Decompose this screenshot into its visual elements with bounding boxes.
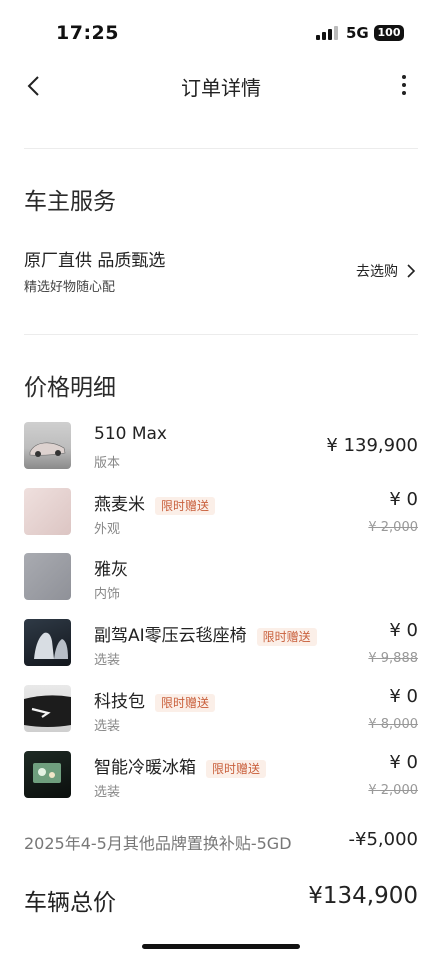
limited-gift-badge: 限时赠送 — [206, 759, 267, 778]
list-item-category: 选装 — [94, 785, 121, 800]
car-thumbnail — [24, 422, 71, 469]
status-time: 17:25 — [56, 22, 119, 44]
interior-color-swatch — [24, 553, 71, 600]
service-title: 原厂直供 品质甄选 — [24, 251, 166, 271]
seat-thumbnail — [24, 619, 71, 666]
fridge-thumbnail — [24, 751, 71, 798]
go-shop-link[interactable]: 去选购 — [356, 261, 398, 281]
limited-gift-badge: 限时赠送 — [256, 627, 317, 646]
list-item-price: ¥ 0 — [389, 752, 418, 773]
divider — [24, 334, 418, 335]
list-item-price: ¥ 0 — [389, 489, 418, 510]
list-item-name: 510 Max — [94, 424, 167, 444]
list-item-category: 内饰 — [94, 587, 121, 602]
limited-gift-badge: 限时赠送 — [155, 496, 216, 515]
original-price: ¥ 2,000 — [368, 520, 418, 535]
list-item-name: 科技包 限时赠送 — [94, 687, 216, 712]
cellular-signal-icon — [316, 26, 340, 40]
subsidy-value: -¥5,000 — [348, 829, 418, 850]
list-item-name: 燕麦米 限时赠送 — [94, 490, 216, 515]
tech-pack-thumbnail — [24, 685, 71, 732]
exterior-color-swatch — [24, 488, 71, 535]
list-item-price: ¥ 0 — [389, 620, 418, 641]
list-item-name: 副驾AI零压云毯座椅 限时赠送 — [94, 621, 317, 646]
page-title: 订单详情 — [181, 76, 261, 100]
list-item-name: 智能冷暖冰箱 限时赠送 — [94, 753, 267, 778]
original-price: ¥ 8,000 — [368, 717, 418, 732]
list-item-category: 选装 — [94, 653, 121, 668]
original-price: ¥ 2,000 — [368, 783, 418, 798]
network-type: 5G — [346, 24, 369, 42]
chevron-right-icon[interactable] — [406, 263, 416, 279]
list-item-price: ¥ 139,900 — [326, 435, 418, 456]
divider — [24, 148, 418, 149]
limited-gift-badge: 限时赠送 — [155, 693, 216, 712]
list-item-price: ¥ 0 — [389, 686, 418, 707]
list-item-category: 版本 — [94, 456, 121, 471]
list-item-category: 外观 — [94, 522, 121, 537]
subsidy-label: 2025年4-5月其他品牌置换补贴-5GD — [24, 834, 292, 853]
price-detail-heading: 价格明细 — [24, 375, 116, 401]
original-price: ¥ 9,888 — [368, 651, 418, 666]
total-price-label: 车辆总价 — [24, 890, 116, 916]
list-item-name: 雅灰 — [94, 560, 128, 580]
battery-icon: 100 — [374, 25, 404, 41]
service-subtitle: 精选好物随心配 — [24, 280, 116, 295]
owner-service-heading: 车主服务 — [24, 189, 116, 215]
home-indicator[interactable] — [142, 944, 300, 949]
more-options-icon[interactable] — [394, 74, 414, 98]
list-item-category: 选装 — [94, 719, 121, 734]
total-price-value: ¥134,900 — [308, 883, 418, 909]
